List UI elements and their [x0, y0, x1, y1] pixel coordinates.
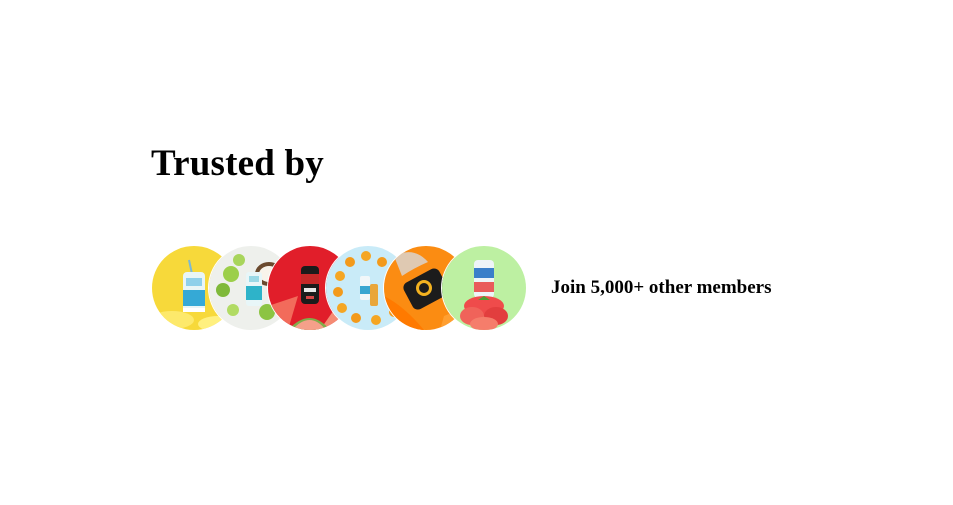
members-count-text: Join 5,000+ other members — [551, 277, 772, 298]
section-title: Trusted by — [151, 143, 324, 184]
trusted-by-section: Trusted by Join 5,000+ other members — [151, 140, 851, 331]
members-row: Join 5,000+ other members — [151, 245, 772, 331]
member-avatars — [151, 245, 527, 331]
strawberry-can-image — [441, 245, 527, 331]
